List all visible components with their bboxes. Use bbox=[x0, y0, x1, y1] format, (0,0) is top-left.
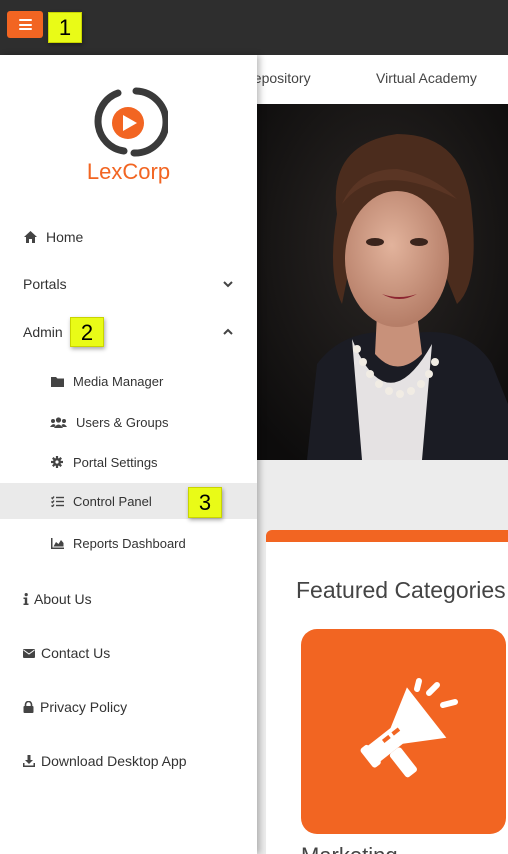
sidebar-item-portal-settings[interactable]: Portal Settings bbox=[0, 453, 257, 471]
sidebar-item-label: Users & Groups bbox=[76, 414, 169, 430]
tasks-icon bbox=[50, 494, 64, 508]
sidebar-item-label: Reports Dashboard bbox=[73, 535, 186, 551]
sidebar-item-label: Portals bbox=[23, 276, 67, 292]
sidebar-item-admin[interactable]: Admin bbox=[0, 323, 257, 341]
sidebar-item-about-us[interactable]: About Us bbox=[0, 590, 257, 608]
annotation-marker-3: 3 bbox=[188, 487, 222, 518]
users-icon bbox=[50, 415, 67, 429]
sidebar-item-privacy-policy[interactable]: Privacy Policy bbox=[0, 698, 257, 716]
sidebar-item-label: Download Desktop App bbox=[41, 753, 187, 769]
category-label-marketing: Marketing bbox=[301, 843, 398, 854]
annotation-marker-1: 1 bbox=[48, 12, 82, 43]
sidebar-item-download-desktop-app[interactable]: Download Desktop App bbox=[0, 752, 257, 770]
sidebar-item-label: Media Manager bbox=[73, 373, 164, 389]
hero-video[interactable] bbox=[257, 104, 508, 460]
sidebar-item-label: Portal Settings bbox=[73, 454, 158, 470]
area-chart-icon bbox=[50, 536, 64, 550]
sidebar-item-label: Control Panel bbox=[73, 493, 152, 509]
sidebar-item-users-groups[interactable]: Users & Groups bbox=[0, 413, 257, 431]
sidebar-item-media-manager[interactable]: Media Manager bbox=[0, 372, 257, 390]
download-icon bbox=[23, 754, 35, 768]
nav-link-virtual-academy[interactable]: Virtual Academy bbox=[376, 70, 477, 86]
featured-categories-title: Featured Categories bbox=[296, 577, 506, 603]
chevron-down-icon bbox=[223, 281, 233, 288]
play-logo-icon bbox=[94, 87, 168, 157]
sidebar-item-contact-us[interactable]: Contact Us bbox=[0, 644, 257, 662]
folder-icon bbox=[50, 374, 64, 388]
sidebar-item-label: Home bbox=[46, 229, 84, 245]
brand-name: LexCorp bbox=[86, 159, 171, 184]
sidebar-item-label: Privacy Policy bbox=[40, 699, 128, 715]
info-icon bbox=[23, 592, 29, 606]
chevron-up-icon bbox=[223, 328, 233, 335]
menu-toggle-button[interactable] bbox=[7, 11, 43, 38]
sidebar-item-label: Admin bbox=[23, 324, 63, 340]
lock-icon bbox=[23, 700, 34, 714]
presenter-video-frame bbox=[257, 104, 508, 460]
sidebar-item-reports-dashboard[interactable]: Reports Dashboard bbox=[0, 534, 257, 552]
sidebar-item-label: Contact Us bbox=[41, 645, 111, 661]
megaphone-icon bbox=[360, 678, 458, 778]
gear-icon bbox=[50, 455, 64, 469]
hamburger-icon bbox=[18, 19, 32, 30]
sidebar-item-home[interactable]: Home bbox=[0, 228, 257, 246]
category-tile-marketing[interactable] bbox=[301, 629, 506, 834]
sidebar: LexCorp Home Portals Admin Media Manager… bbox=[0, 55, 257, 854]
sidebar-item-portals[interactable]: Portals bbox=[0, 275, 257, 293]
annotation-marker-2: 2 bbox=[70, 317, 104, 347]
sidebar-item-label: About Us bbox=[34, 591, 92, 607]
home-icon bbox=[23, 230, 37, 244]
envelope-icon bbox=[23, 646, 35, 660]
